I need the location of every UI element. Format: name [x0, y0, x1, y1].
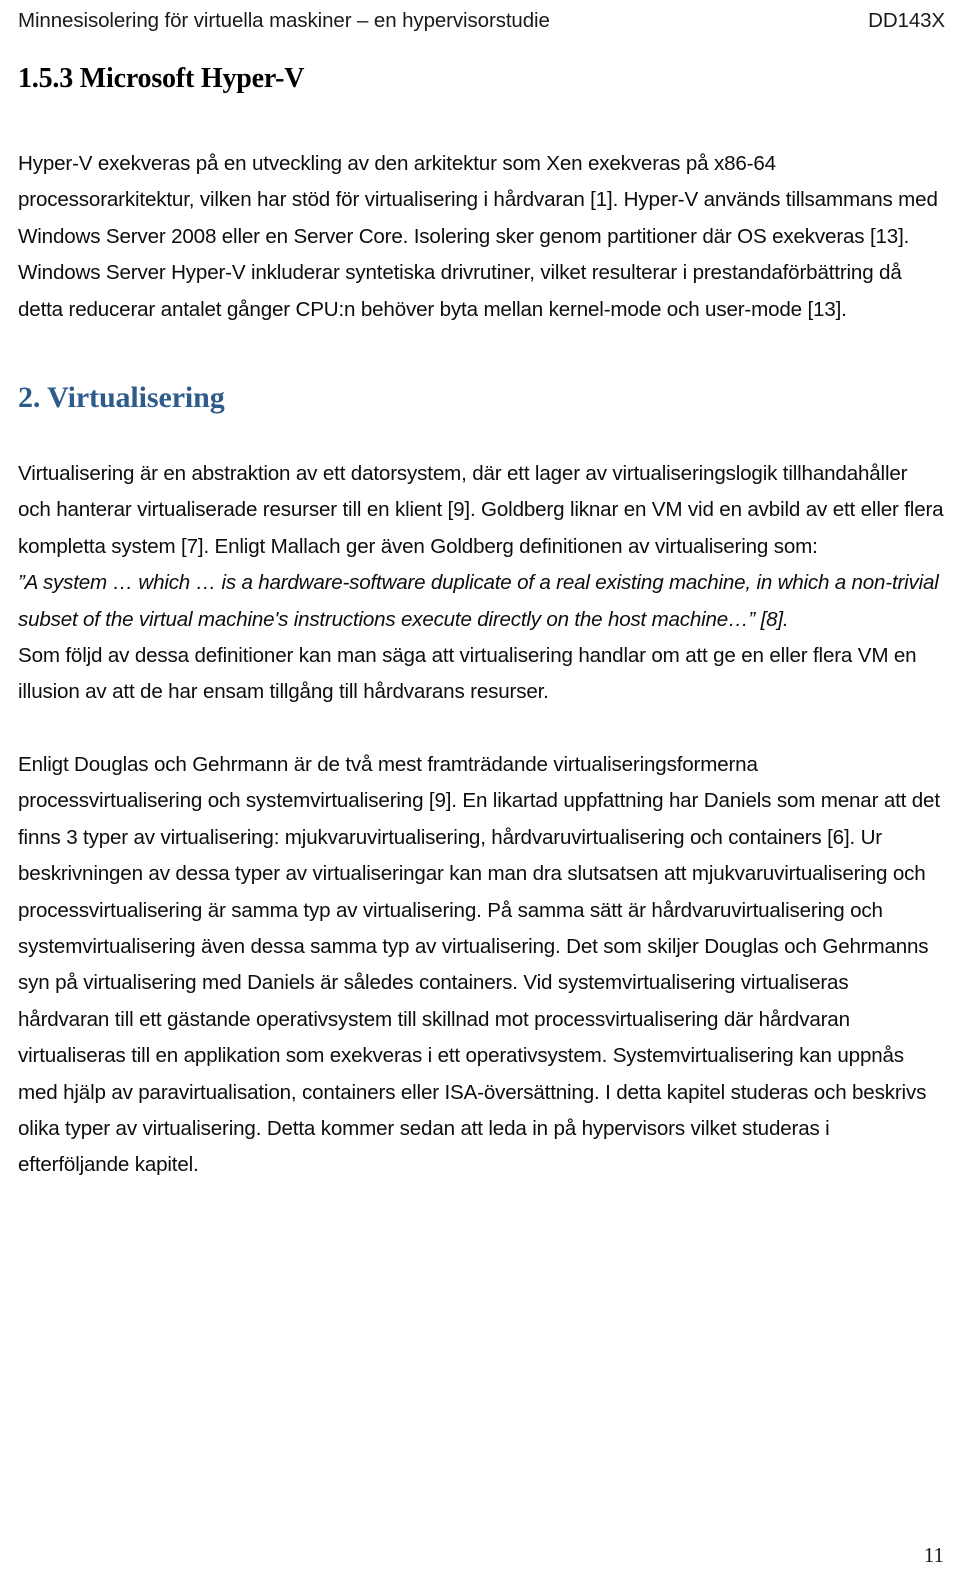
- running-header: Minnesisolering för virtuella maskiner –…: [18, 8, 945, 34]
- blockquote-goldberg-definition: ”A system … which … is a hardware-softwa…: [18, 571, 939, 631]
- heading-2-virtualisering: 2. Virtualisering: [18, 381, 225, 415]
- paragraph-som-foljd: Som följd av dessa definitioner kan man …: [18, 644, 917, 704]
- header-document-title: Minnesisolering för virtuella maskiner –…: [18, 9, 550, 32]
- document-page: Minnesisolering för virtuella maskiner –…: [0, 0, 960, 1580]
- page-number: 11: [923, 1543, 944, 1567]
- header-course-code: DD143X: [868, 9, 945, 32]
- page-content: 1.5.3 Microsoft Hyper-V Hyper-V exekvera…: [18, 62, 945, 1184]
- paragraph-douglas-gehrmann: Enligt Douglas och Gehrmann är de två me…: [18, 752, 940, 1177]
- paragraph-virtualisering-definition: Virtualisering är en abstraktion av ett …: [18, 462, 944, 558]
- heading-1-5-3-microsoft-hyper-v: 1.5.3 Microsoft Hyper-V: [18, 63, 305, 94]
- paragraph-hyper-v: Hyper-V exekveras på en utveckling av de…: [18, 152, 938, 321]
